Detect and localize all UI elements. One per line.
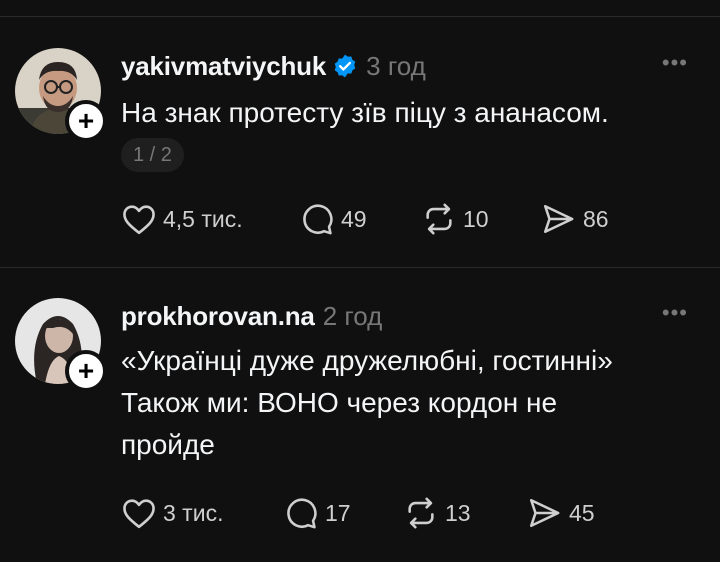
follow-plus-icon[interactable]: + [65, 350, 107, 392]
more-icon[interactable]: ••• [662, 50, 688, 76]
comment-icon [303, 204, 333, 235]
comment-count: 17 [325, 499, 351, 526]
repost-count: 10 [463, 205, 489, 232]
repost-icon [408, 497, 434, 529]
share-button[interactable]: 45 [525, 496, 595, 530]
like-count: 3 тис. [163, 499, 224, 526]
post-text: «Українці дуже дружелюбні, гостинні» Так… [121, 345, 613, 460]
username[interactable]: prokhorovan.na [121, 301, 315, 332]
post-time: 3 год [366, 50, 426, 81]
like-button[interactable]: 3 тис. [121, 497, 283, 529]
post-header: yakivmatviychuk 3 год [121, 50, 426, 82]
username[interactable]: yakivmatviychuk [121, 51, 326, 82]
verified-badge-icon [332, 53, 358, 79]
comment-count: 49 [341, 205, 367, 232]
heart-icon [123, 499, 155, 529]
heart-icon [123, 205, 155, 235]
comment-icon [287, 498, 317, 529]
like-button[interactable]: 4,5 тис. [121, 203, 299, 235]
post-time: 2 год [322, 300, 383, 331]
post-header: prokhorovan.na 2 год [121, 300, 382, 332]
share-count: 45 [569, 499, 595, 526]
send-icon [529, 498, 560, 528]
share-button[interactable]: 86 [539, 202, 609, 236]
repost-icon [426, 203, 452, 235]
comment-button[interactable]: 49 [299, 202, 421, 236]
follow-plus-icon[interactable]: + [65, 100, 107, 142]
share-count: 86 [583, 205, 609, 232]
post-2[interactable]: + prokhorovan.na 2 год ••• «Українці дуж… [0, 268, 720, 562]
avatar-wrap[interactable]: + [15, 48, 107, 142]
comment-button[interactable]: 17 [283, 496, 403, 530]
post-1[interactable]: + yakivmatviychuk 3 год ••• На знак прот… [0, 0, 720, 268]
repost-count: 13 [445, 499, 471, 526]
send-icon [543, 204, 574, 234]
repost-button[interactable]: 13 [403, 496, 525, 530]
post-text: На знак протесту зїв піцу з ананасом. [121, 97, 609, 128]
more-icon[interactable]: ••• [662, 300, 688, 326]
post-actions: 4,5 тис. 49 10 86 [121, 200, 609, 238]
pager-indicator: 1 / 2 [121, 138, 184, 172]
repost-button[interactable]: 10 [421, 202, 539, 236]
like-count: 4,5 тис. [163, 205, 243, 232]
post-actions: 3 тис. 17 13 45 [121, 494, 595, 532]
avatar-wrap[interactable]: + [15, 298, 107, 392]
